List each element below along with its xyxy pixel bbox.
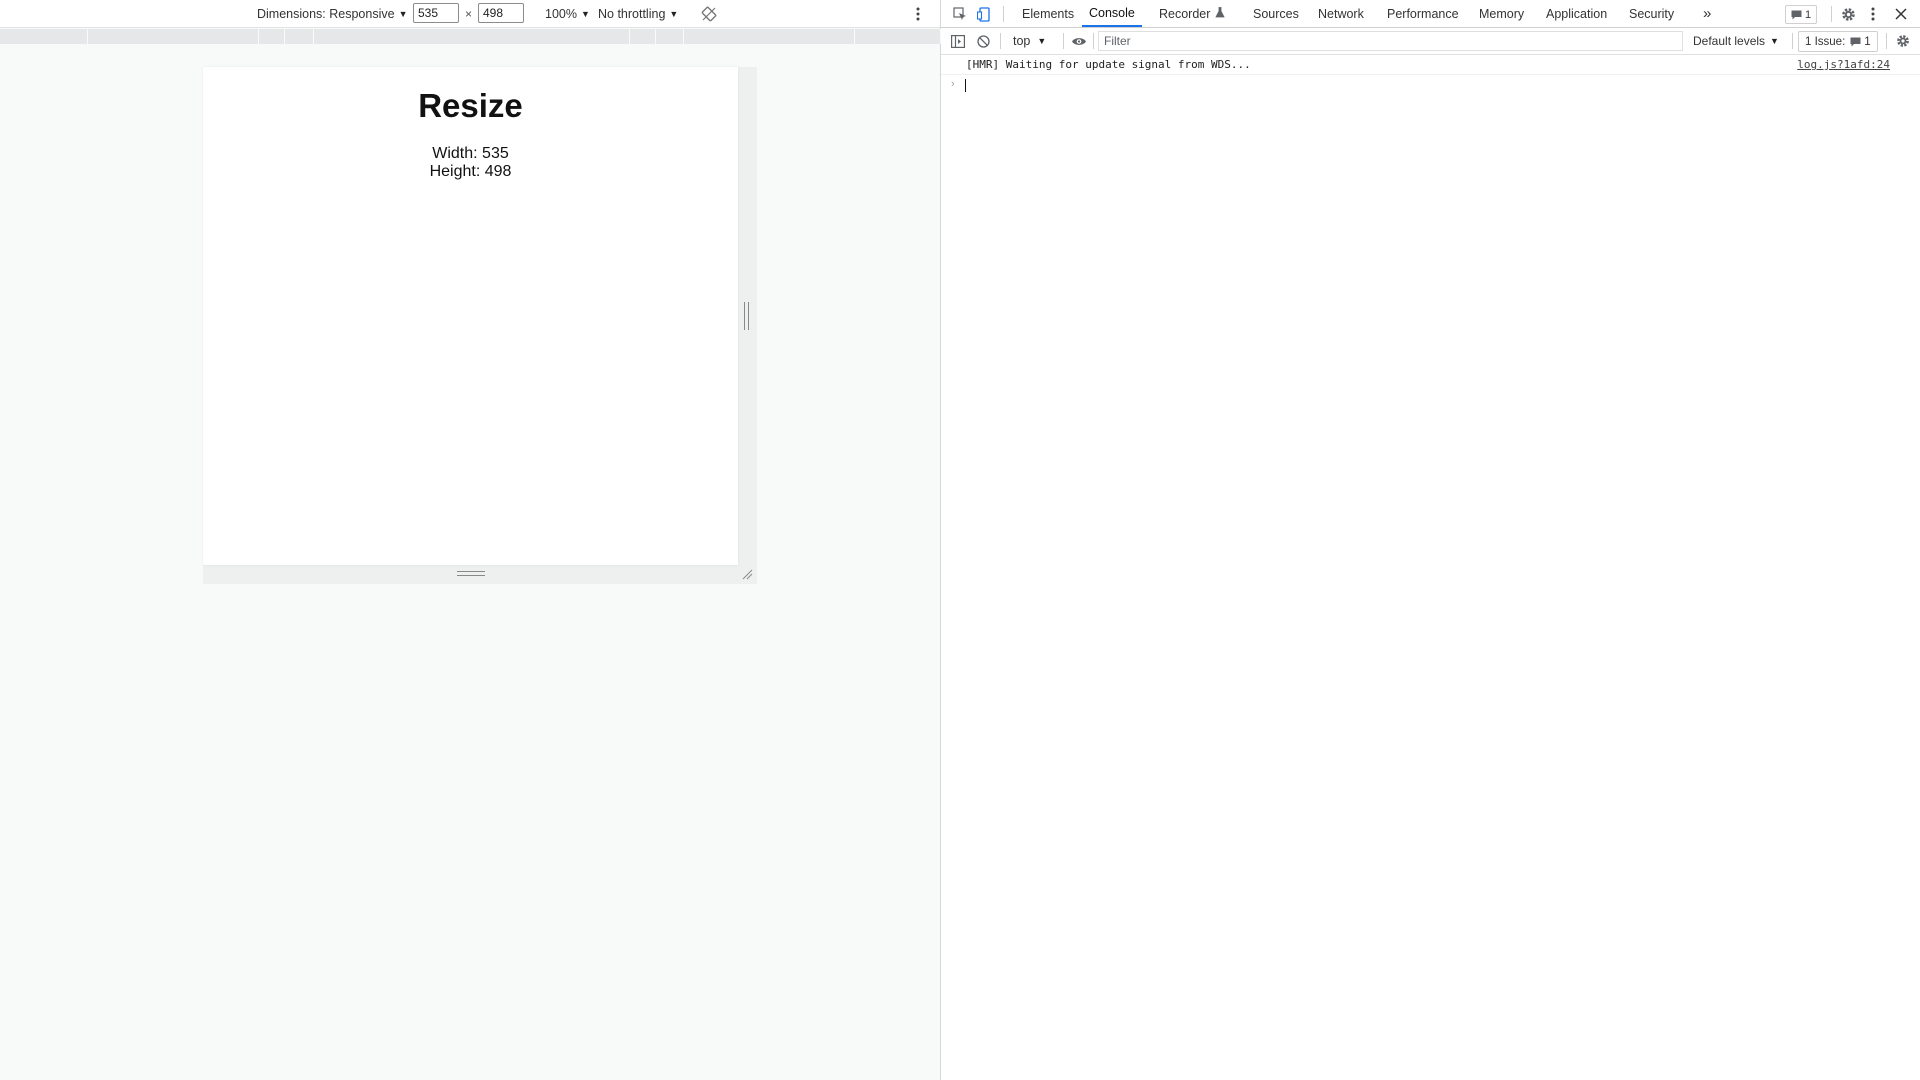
tab-memory[interactable]: Memory <box>1479 0 1524 27</box>
toolbar-divider <box>1792 33 1793 49</box>
zoom-dropdown[interactable]: 100% ▼ <box>545 0 590 27</box>
live-expression-eye-icon[interactable] <box>1069 32 1089 50</box>
chevron-down-icon: ▼ <box>1770 36 1779 46</box>
width-input[interactable]: 535 <box>413 3 459 23</box>
sidebar-toggle-icon[interactable] <box>949 32 967 50</box>
device-emulation-pane: Dimensions: Responsive ▼ 535 × 498 100% … <box>0 0 941 1080</box>
prompt-chevron-icon: › <box>951 78 955 90</box>
issues-label: 1 Issue: <box>1805 35 1846 48</box>
more-options-icon[interactable] <box>916 0 920 27</box>
emulated-viewport: Resize Width: 535 Height: 498 <box>203 67 738 565</box>
console-message-source-link[interactable]: log.js?1afd:24 <box>1797 58 1890 71</box>
toolbar-divider <box>1093 33 1094 49</box>
close-icon[interactable] <box>1892 5 1910 23</box>
flask-icon <box>1215 6 1226 21</box>
media-query-segment[interactable] <box>656 29 684 44</box>
more-tabs-icon[interactable]: » <box>1703 0 1711 27</box>
chevron-down-icon: ▼ <box>669 8 679 19</box>
height-input[interactable]: 498 <box>478 3 524 23</box>
throttling-label: No throttling <box>598 6 666 21</box>
tab-application[interactable]: Application <box>1546 0 1607 27</box>
rotate-icon[interactable] <box>701 0 717 27</box>
console-message-text: [HMR] Waiting for update signal from WDS… <box>966 58 1251 71</box>
devtools-panel: Elements Console Recorder Sources Networ… <box>941 0 1920 1080</box>
console-prompt[interactable]: › <box>941 75 1920 95</box>
times-separator: × <box>465 6 473 21</box>
message-icon <box>1791 10 1802 20</box>
tab-performance[interactable]: Performance <box>1387 0 1459 27</box>
dimensions-dropdown[interactable]: Dimensions: Responsive ▼ <box>257 0 407 27</box>
tab-sources[interactable]: Sources <box>1253 0 1299 27</box>
width-readout: Width: 535 <box>432 145 509 162</box>
log-levels-label: Default levels <box>1693 34 1766 48</box>
tab-network[interactable]: Network <box>1318 0 1364 27</box>
height-readout: Height: 498 <box>429 163 512 180</box>
media-query-segment[interactable] <box>314 29 630 44</box>
throttling-dropdown[interactable]: No throttling ▼ <box>598 0 678 27</box>
text-cursor <box>965 79 966 92</box>
devtools-tab-bar: Elements Console Recorder Sources Networ… <box>941 0 1920 28</box>
toolbar-divider <box>1000 33 1001 49</box>
chevron-down-icon: ▼ <box>398 8 408 19</box>
message-icon <box>1850 37 1861 47</box>
console-toolbar: top ▼ Filter Default levels ▼ 1 Issue: 1 <box>941 28 1920 55</box>
issues-button[interactable]: 1 Issue: 1 <box>1798 31 1878 52</box>
media-query-bar[interactable] <box>0 29 941 44</box>
device-toolbar-toggle-icon[interactable] <box>975 5 993 23</box>
issues-count: 1 <box>1864 35 1871 48</box>
device-toolbar: Dimensions: Responsive ▼ 535 × 498 100% … <box>0 0 940 28</box>
inspect-element-icon[interactable] <box>951 5 969 23</box>
messages-count: 1 <box>1805 8 1812 21</box>
media-query-segment[interactable] <box>684 29 855 44</box>
tab-recorder[interactable]: Recorder <box>1159 0 1226 27</box>
context-selector[interactable]: top ▼ <box>1013 28 1046 54</box>
corner-resize-icon[interactable] <box>741 568 753 580</box>
context-label: top <box>1013 34 1031 48</box>
console-settings-gear-icon[interactable] <box>1894 32 1912 50</box>
media-query-segment[interactable] <box>285 29 314 44</box>
media-query-segment[interactable] <box>855 29 941 44</box>
page-heading: Resize <box>418 87 523 124</box>
more-options-icon[interactable] <box>1866 5 1880 23</box>
messages-badge[interactable]: 1 <box>1785 5 1818 24</box>
console-message-row: [HMR] Waiting for update signal from WDS… <box>941 55 1920 75</box>
log-levels-dropdown[interactable]: Default levels ▼ <box>1693 28 1779 54</box>
console-output: [HMR] Waiting for update signal from WDS… <box>941 55 1920 95</box>
chevron-down-icon: ▼ <box>1037 36 1047 46</box>
clear-console-icon[interactable] <box>974 32 992 50</box>
toolbar-divider <box>1886 33 1887 49</box>
right-resize-handle[interactable] <box>744 302 750 330</box>
chevron-down-icon: ▼ <box>580 8 590 19</box>
toolbar-divider <box>1063 33 1064 49</box>
toolbar-divider <box>1831 6 1832 22</box>
tab-elements[interactable]: Elements <box>1022 0 1074 27</box>
media-query-segment[interactable] <box>259 29 285 44</box>
tab-recorder-label: Recorder <box>1159 6 1211 21</box>
media-query-segment[interactable] <box>630 29 656 44</box>
bottom-resize-handle[interactable] <box>457 571 485 577</box>
settings-gear-icon[interactable] <box>1839 5 1857 23</box>
media-query-segment[interactable] <box>88 29 259 44</box>
tab-console[interactable]: Console <box>1082 0 1142 27</box>
dimensions-label: Dimensions: Responsive <box>257 6 395 21</box>
filter-input[interactable]: Filter <box>1098 31 1683 51</box>
zoom-label: 100% <box>545 6 577 21</box>
media-query-segment[interactable] <box>0 29 88 44</box>
toolbar-divider <box>1003 6 1004 22</box>
tab-security[interactable]: Security <box>1629 0 1674 27</box>
